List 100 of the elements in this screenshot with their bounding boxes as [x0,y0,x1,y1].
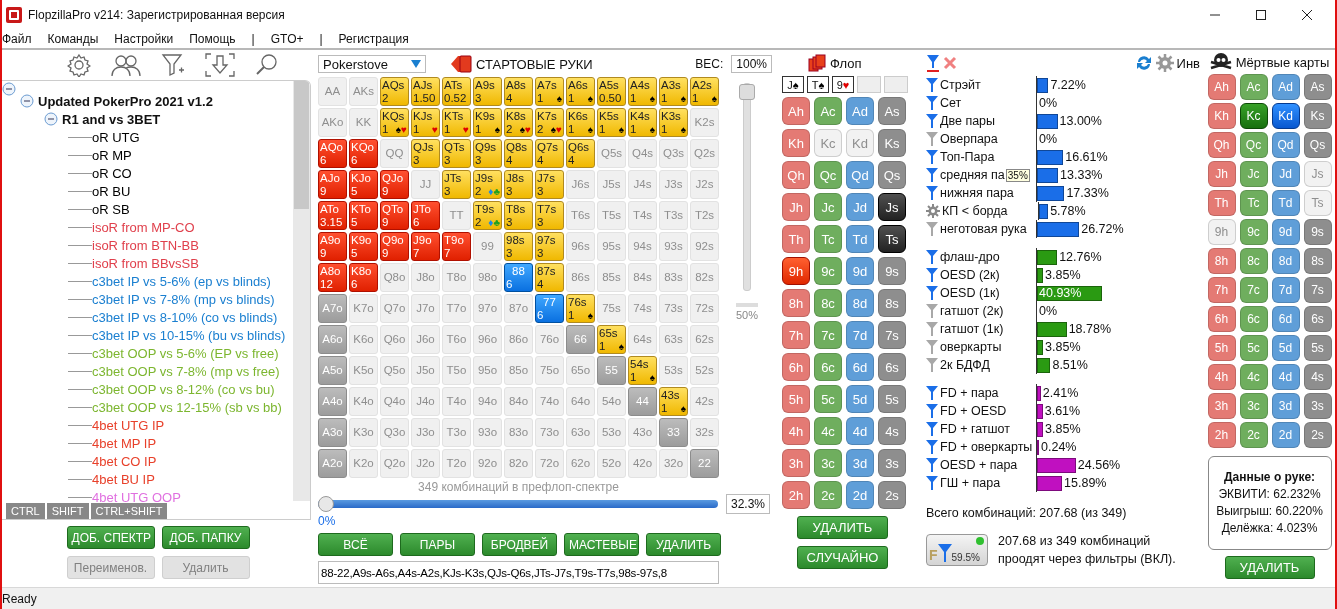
hand-cell[interactable]: A8s 4 [504,77,533,106]
hand-cell[interactable]: T6s [566,201,595,230]
hand-cell[interactable]: 96s [566,232,595,261]
hand-cell[interactable]: J5o [411,356,440,385]
hand-cell[interactable]: 86o [504,325,533,354]
hand-cell[interactable]: Q9o 9 [380,232,409,261]
range-button[interactable]: УДАЛИТЬ [646,533,721,556]
hand-cell[interactable]: K3s 1 ♠ [659,108,688,137]
settings-icon[interactable] [1155,54,1174,72]
card-button[interactable]: Ah [782,97,810,125]
card-button[interactable]: 4h [1207,364,1236,390]
import-icon[interactable] [205,53,235,77]
hand-cell[interactable]: 92o [473,449,502,478]
hand-cell[interactable]: A4s 1 ♠ [628,77,657,106]
hand-cell[interactable]: J6s [566,170,595,199]
hand-cell[interactable]: T3o [442,418,471,447]
hand-cell[interactable]: 55 [597,356,626,385]
card-button[interactable]: Jh [782,193,810,221]
card-button[interactable]: 9c [1239,219,1268,245]
hand-cell[interactable]: AJo 9 [318,170,347,199]
filter-icon[interactable] [926,267,938,283]
card-button[interactable]: 2c [814,481,842,509]
hand-cell[interactable]: 52o [597,449,626,478]
card-button[interactable]: Qs [878,161,906,189]
hand-cell[interactable]: 95o [473,356,502,385]
hand-cell[interactable]: A3o [318,418,347,447]
card-button[interactable]: 7h [1207,277,1236,303]
hand-cell[interactable]: Q5s [597,139,626,168]
tree-item[interactable]: oR MP [92,147,132,163]
hand-cell[interactable]: 77 6 [535,294,564,323]
hand-cell[interactable]: J2s [690,170,719,199]
hand-cell[interactable]: A9s 3 [473,77,502,106]
hand-cell[interactable]: K4s 1 ♠ [628,108,657,137]
card-button[interactable]: Kc [1239,103,1268,129]
hand-cell[interactable]: 53o [597,418,626,447]
filter-icon[interactable] [926,77,938,93]
card-button[interactable]: 8h [782,289,810,317]
hand-cell[interactable]: A6s 1 ♠ [566,77,595,106]
hand-cell[interactable]: ATo 3.15 [318,201,347,230]
hand-cell[interactable]: J6o [411,325,440,354]
hand-cell[interactable]: J3s [659,170,688,199]
card-button[interactable]: 2s [878,481,906,509]
hand-cell[interactable]: 62s [690,325,719,354]
hand-cell[interactable]: A7o [318,294,347,323]
card-button[interactable]: 4h [782,417,810,445]
card-button[interactable]: 9s [878,257,906,285]
filter-toggle-button[interactable]: F 59.5% [926,534,988,566]
hand-cell[interactable]: KJo 5 [349,170,378,199]
card-button[interactable]: Ks [878,129,906,157]
card-button[interactable]: 3h [782,449,810,477]
hand-cell[interactable]: 93s [659,232,688,261]
hand-cell[interactable]: 98o [473,263,502,292]
hand-cell[interactable]: J7o [411,294,440,323]
hand-cell[interactable]: Q6s 4 [566,139,595,168]
range-button[interactable]: ДОБ. СПЕКТР [66,526,155,549]
filter-icon[interactable] [926,421,938,437]
hand-cell[interactable]: Q9s 3 [473,139,502,168]
card-button[interactable]: 5s [1303,335,1332,361]
hand-cell[interactable]: 22 [690,449,719,478]
hand-cell[interactable]: 95s [597,232,626,261]
refresh-icon[interactable] [1134,54,1153,72]
hand-cell[interactable]: J4o [411,387,440,416]
hand-cell[interactable]: 82o [504,449,533,478]
card-button[interactable]: 9d [1271,219,1300,245]
filter-icon[interactable] [926,167,938,183]
card-button[interactable]: 3d [1271,393,1300,419]
hand-cell[interactable]: Q8s 4 [504,139,533,168]
hand-cell[interactable]: 99 [473,232,502,261]
card-button[interactable]: 8s [1303,248,1332,274]
hand-cell[interactable]: 88 6 [504,263,533,292]
hand-cell[interactable]: 76s 1 ♠ [566,294,595,323]
tree-item[interactable]: 4bet UTG OOP [92,489,181,505]
hand-cell[interactable]: JJ [411,170,440,199]
flop-button[interactable]: СЛУЧАЙНО [797,546,888,569]
card-button[interactable]: 5h [782,385,810,413]
card-button[interactable]: 6h [782,353,810,381]
hand-cell[interactable]: Q3o [380,418,409,447]
range-button[interactable]: ДОБ. ПАПКУ [161,526,250,549]
hand-cell[interactable]: 97o [473,294,502,323]
tree-item[interactable]: 4bet MP IP [92,435,157,451]
tree-item[interactable]: oR UTG [92,129,140,145]
range-button[interactable]: ПАРЫ [400,533,475,556]
hand-cell[interactable]: T8s 3 [504,201,533,230]
hand-cell[interactable]: 82s [690,263,719,292]
hand-cell[interactable]: A7s 1 ♠ [535,77,564,106]
hand-cell[interactable]: TT [442,201,471,230]
hand-cell[interactable]: AA [318,77,347,106]
hand-cell[interactable]: J2o [411,449,440,478]
hand-cell[interactable]: A2o [318,449,347,478]
hand-cell[interactable]: 52s [690,356,719,385]
hand-cell[interactable]: K6s 1 ♠ [566,108,595,137]
hand-cell[interactable]: JTo 6 [411,201,440,230]
card-button[interactable]: 2s [1303,422,1332,448]
hand-cell[interactable]: K7s 2 ♠♥ [535,108,564,137]
card-button[interactable]: Js [878,193,906,221]
card-button[interactable]: 7h [782,321,810,349]
hand-cell[interactable]: 65s 1 ♠ [597,325,626,354]
settings-icon[interactable] [926,204,940,218]
hand-cell[interactable]: 32s [690,418,719,447]
tree-folder[interactable]: R1 and vs 3BET [62,111,161,127]
